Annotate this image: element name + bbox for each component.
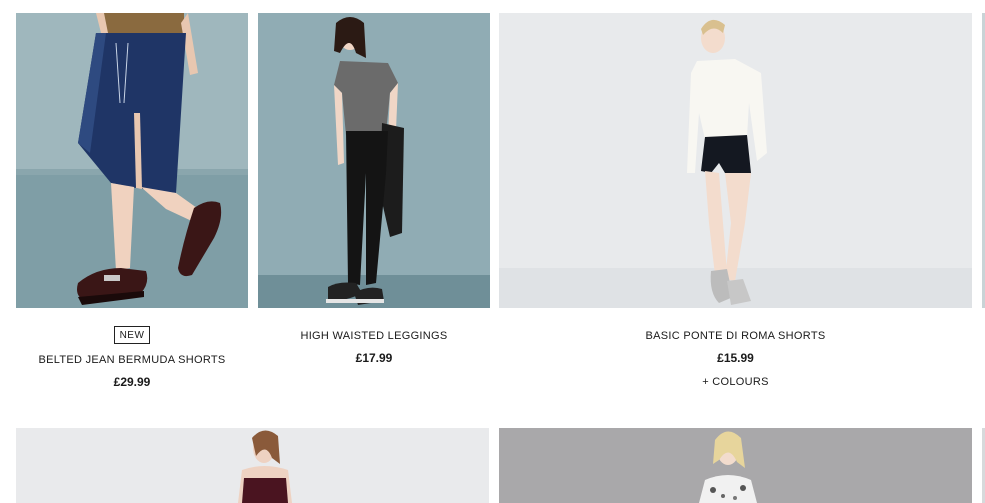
product-photo [499,428,972,503]
product-image[interactable] [16,428,489,503]
product-image-belted-jean-bermuda-shorts[interactable] [16,13,248,308]
product-image-high-waisted-leggings[interactable] [258,13,490,308]
product-photo-high-waisted-leggings [258,13,490,308]
product-card-info: NEW BELTED JEAN BERMUDA SHORTS £29.99 [16,325,248,389]
product-photo-basic-ponte-di-roma-shorts [499,13,972,308]
more-colours-link[interactable]: + COLOURS [499,375,972,389]
product-photo-belted-jean-bermuda-shorts [16,13,248,308]
new-badge: NEW [113,326,151,344]
product-image[interactable] [499,428,972,503]
product-image-basic-ponte-di-roma-shorts[interactable] [499,13,972,308]
product-photo [16,428,489,503]
product-price: £17.99 [355,351,393,365]
product-name[interactable]: BASIC PONTE DI ROMA SHORTS [499,329,972,343]
product-name[interactable]: BELTED JEAN BERMUDA SHORTS [16,353,248,367]
product-price: £15.99 [717,351,754,365]
product-name[interactable]: HIGH WAISTED LEGGINGS [258,329,490,343]
product-card-info: BASIC PONTE DI ROMA SHORTS £15.99 + COLO… [499,329,972,389]
product-card-info: HIGH WAISTED LEGGINGS £17.99 [258,329,490,365]
product-price: £29.99 [113,375,151,389]
